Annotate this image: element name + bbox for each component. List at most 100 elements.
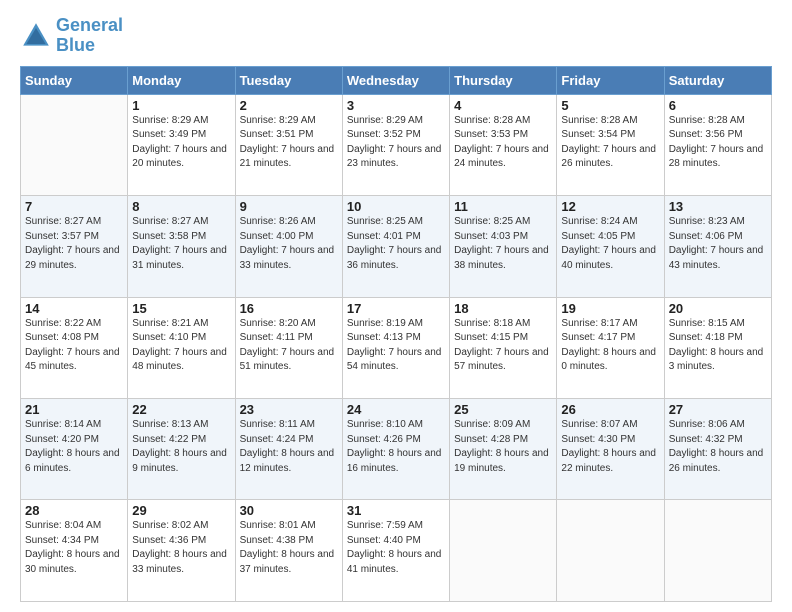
calendar-weekday: Tuesday bbox=[235, 66, 342, 94]
calendar-cell: 2Sunrise: 8:29 AMSunset: 3:51 PMDaylight… bbox=[235, 94, 342, 195]
day-number: 1 bbox=[132, 98, 230, 113]
day-info: Sunrise: 8:04 AMSunset: 4:34 PMDaylight:… bbox=[25, 519, 123, 577]
day-number: 19 bbox=[561, 301, 659, 316]
calendar-week-row: 1Sunrise: 8:29 AMSunset: 3:49 PMDaylight… bbox=[21, 94, 772, 195]
calendar-table: SundayMondayTuesdayWednesdayThursdayFrid… bbox=[20, 66, 772, 602]
calendar-cell: 26Sunrise: 8:07 AMSunset: 4:30 PMDayligh… bbox=[557, 399, 664, 500]
calendar-cell: 7Sunrise: 8:27 AMSunset: 3:57 PMDaylight… bbox=[21, 196, 128, 297]
calendar-cell: 8Sunrise: 8:27 AMSunset: 3:58 PMDaylight… bbox=[128, 196, 235, 297]
calendar-week-row: 21Sunrise: 8:14 AMSunset: 4:20 PMDayligh… bbox=[21, 399, 772, 500]
calendar-week-row: 28Sunrise: 8:04 AMSunset: 4:34 PMDayligh… bbox=[21, 500, 772, 602]
calendar-cell bbox=[450, 500, 557, 602]
calendar-cell bbox=[21, 94, 128, 195]
day-number: 20 bbox=[669, 301, 767, 316]
calendar-cell: 28Sunrise: 8:04 AMSunset: 4:34 PMDayligh… bbox=[21, 500, 128, 602]
day-number: 8 bbox=[132, 199, 230, 214]
day-info: Sunrise: 8:11 AMSunset: 4:24 PMDaylight:… bbox=[240, 418, 338, 476]
calendar-cell bbox=[557, 500, 664, 602]
calendar-cell: 27Sunrise: 8:06 AMSunset: 4:32 PMDayligh… bbox=[664, 399, 771, 500]
day-number: 31 bbox=[347, 503, 445, 518]
day-number: 13 bbox=[669, 199, 767, 214]
day-number: 22 bbox=[132, 402, 230, 417]
calendar-header-row: SundayMondayTuesdayWednesdayThursdayFrid… bbox=[21, 66, 772, 94]
calendar-cell: 29Sunrise: 8:02 AMSunset: 4:36 PMDayligh… bbox=[128, 500, 235, 602]
calendar-cell: 17Sunrise: 8:19 AMSunset: 4:13 PMDayligh… bbox=[342, 297, 449, 398]
day-number: 29 bbox=[132, 503, 230, 518]
day-info: Sunrise: 8:25 AMSunset: 4:03 PMDaylight:… bbox=[454, 215, 552, 273]
day-info: Sunrise: 8:28 AMSunset: 3:54 PMDaylight:… bbox=[561, 114, 659, 172]
calendar-cell: 19Sunrise: 8:17 AMSunset: 4:17 PMDayligh… bbox=[557, 297, 664, 398]
day-number: 2 bbox=[240, 98, 338, 113]
day-number: 26 bbox=[561, 402, 659, 417]
calendar-cell: 15Sunrise: 8:21 AMSunset: 4:10 PMDayligh… bbox=[128, 297, 235, 398]
day-number: 27 bbox=[669, 402, 767, 417]
calendar-cell: 23Sunrise: 8:11 AMSunset: 4:24 PMDayligh… bbox=[235, 399, 342, 500]
calendar-cell: 6Sunrise: 8:28 AMSunset: 3:56 PMDaylight… bbox=[664, 94, 771, 195]
day-info: Sunrise: 8:27 AMSunset: 3:58 PMDaylight:… bbox=[132, 215, 230, 273]
day-number: 12 bbox=[561, 199, 659, 214]
day-info: Sunrise: 8:25 AMSunset: 4:01 PMDaylight:… bbox=[347, 215, 445, 273]
day-number: 11 bbox=[454, 199, 552, 214]
calendar-cell bbox=[664, 500, 771, 602]
calendar-cell: 20Sunrise: 8:15 AMSunset: 4:18 PMDayligh… bbox=[664, 297, 771, 398]
day-info: Sunrise: 8:21 AMSunset: 4:10 PMDaylight:… bbox=[132, 317, 230, 375]
day-info: Sunrise: 8:18 AMSunset: 4:15 PMDaylight:… bbox=[454, 317, 552, 375]
day-number: 24 bbox=[347, 402, 445, 417]
calendar-cell: 30Sunrise: 8:01 AMSunset: 4:38 PMDayligh… bbox=[235, 500, 342, 602]
day-info: Sunrise: 8:14 AMSunset: 4:20 PMDaylight:… bbox=[25, 418, 123, 476]
day-info: Sunrise: 8:27 AMSunset: 3:57 PMDaylight:… bbox=[25, 215, 123, 273]
calendar-weekday: Monday bbox=[128, 66, 235, 94]
day-info: Sunrise: 8:06 AMSunset: 4:32 PMDaylight:… bbox=[669, 418, 767, 476]
day-info: Sunrise: 8:17 AMSunset: 4:17 PMDaylight:… bbox=[561, 317, 659, 375]
day-info: Sunrise: 8:23 AMSunset: 4:06 PMDaylight:… bbox=[669, 215, 767, 273]
calendar-cell: 18Sunrise: 8:18 AMSunset: 4:15 PMDayligh… bbox=[450, 297, 557, 398]
page: General Blue SundayMondayTuesdayWednesda… bbox=[0, 0, 792, 612]
day-number: 17 bbox=[347, 301, 445, 316]
day-number: 4 bbox=[454, 98, 552, 113]
calendar-cell: 12Sunrise: 8:24 AMSunset: 4:05 PMDayligh… bbox=[557, 196, 664, 297]
calendar-cell: 9Sunrise: 8:26 AMSunset: 4:00 PMDaylight… bbox=[235, 196, 342, 297]
logo-icon bbox=[20, 20, 52, 52]
day-info: Sunrise: 8:07 AMSunset: 4:30 PMDaylight:… bbox=[561, 418, 659, 476]
calendar-cell: 11Sunrise: 8:25 AMSunset: 4:03 PMDayligh… bbox=[450, 196, 557, 297]
day-info: Sunrise: 8:29 AMSunset: 3:51 PMDaylight:… bbox=[240, 114, 338, 172]
calendar-cell: 25Sunrise: 8:09 AMSunset: 4:28 PMDayligh… bbox=[450, 399, 557, 500]
day-number: 18 bbox=[454, 301, 552, 316]
calendar-cell: 1Sunrise: 8:29 AMSunset: 3:49 PMDaylight… bbox=[128, 94, 235, 195]
day-info: Sunrise: 8:29 AMSunset: 3:49 PMDaylight:… bbox=[132, 114, 230, 172]
calendar-cell: 16Sunrise: 8:20 AMSunset: 4:11 PMDayligh… bbox=[235, 297, 342, 398]
day-info: Sunrise: 8:01 AMSunset: 4:38 PMDaylight:… bbox=[240, 519, 338, 577]
logo-text: General Blue bbox=[56, 16, 123, 56]
day-info: Sunrise: 8:19 AMSunset: 4:13 PMDaylight:… bbox=[347, 317, 445, 375]
day-number: 14 bbox=[25, 301, 123, 316]
calendar-cell: 13Sunrise: 8:23 AMSunset: 4:06 PMDayligh… bbox=[664, 196, 771, 297]
day-info: Sunrise: 8:26 AMSunset: 4:00 PMDaylight:… bbox=[240, 215, 338, 273]
day-info: Sunrise: 8:13 AMSunset: 4:22 PMDaylight:… bbox=[132, 418, 230, 476]
calendar-weekday: Friday bbox=[557, 66, 664, 94]
calendar-weekday: Sunday bbox=[21, 66, 128, 94]
day-info: Sunrise: 8:28 AMSunset: 3:56 PMDaylight:… bbox=[669, 114, 767, 172]
calendar-cell: 14Sunrise: 8:22 AMSunset: 4:08 PMDayligh… bbox=[21, 297, 128, 398]
day-number: 7 bbox=[25, 199, 123, 214]
day-number: 16 bbox=[240, 301, 338, 316]
calendar-week-row: 14Sunrise: 8:22 AMSunset: 4:08 PMDayligh… bbox=[21, 297, 772, 398]
day-number: 3 bbox=[347, 98, 445, 113]
day-number: 30 bbox=[240, 503, 338, 518]
day-info: Sunrise: 7:59 AMSunset: 4:40 PMDaylight:… bbox=[347, 519, 445, 577]
calendar-cell: 22Sunrise: 8:13 AMSunset: 4:22 PMDayligh… bbox=[128, 399, 235, 500]
day-number: 28 bbox=[25, 503, 123, 518]
calendar-cell: 21Sunrise: 8:14 AMSunset: 4:20 PMDayligh… bbox=[21, 399, 128, 500]
calendar-week-row: 7Sunrise: 8:27 AMSunset: 3:57 PMDaylight… bbox=[21, 196, 772, 297]
calendar-weekday: Thursday bbox=[450, 66, 557, 94]
day-info: Sunrise: 8:24 AMSunset: 4:05 PMDaylight:… bbox=[561, 215, 659, 273]
calendar-weekday: Saturday bbox=[664, 66, 771, 94]
day-number: 23 bbox=[240, 402, 338, 417]
day-info: Sunrise: 8:09 AMSunset: 4:28 PMDaylight:… bbox=[454, 418, 552, 476]
logo: General Blue bbox=[20, 16, 123, 56]
day-number: 21 bbox=[25, 402, 123, 417]
calendar-cell: 10Sunrise: 8:25 AMSunset: 4:01 PMDayligh… bbox=[342, 196, 449, 297]
day-info: Sunrise: 8:29 AMSunset: 3:52 PMDaylight:… bbox=[347, 114, 445, 172]
day-info: Sunrise: 8:28 AMSunset: 3:53 PMDaylight:… bbox=[454, 114, 552, 172]
day-number: 5 bbox=[561, 98, 659, 113]
header: General Blue bbox=[20, 16, 772, 56]
